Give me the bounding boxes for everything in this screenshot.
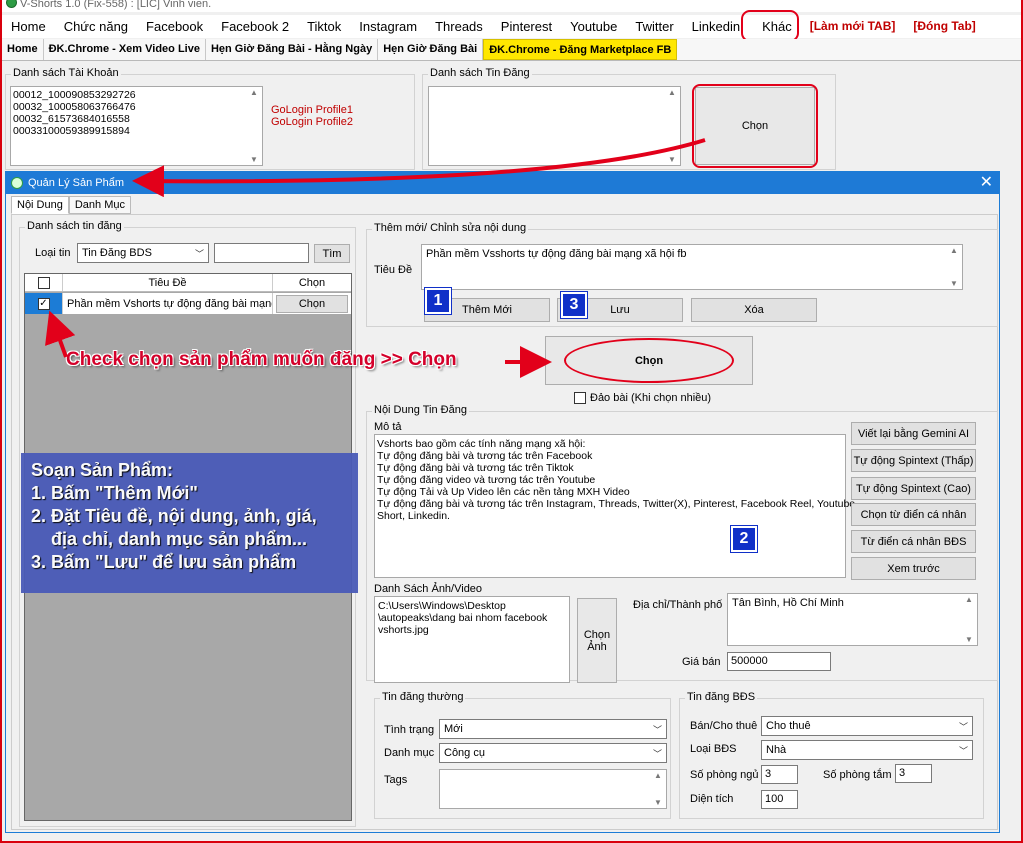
instruction-line: 2. Đặt Tiêu đề, nội dung, ảnh, giá, bbox=[31, 506, 317, 526]
instruction-line: Soạn Sản Phẩm: bbox=[31, 460, 174, 480]
instruction-line: 3. Bấm "Lưu" để lưu sản phẩm bbox=[31, 552, 297, 572]
arrow-to-dialog-title bbox=[132, 138, 706, 198]
instructions-panel: Soạn Sản Phẩm: 1. Bấm "Thêm Mới" 2. Đặt … bbox=[21, 453, 358, 593]
instruction-line: 1. Bấm "Thêm Mới" bbox=[31, 483, 198, 503]
instruction-line: địa chỉ, danh mục sản phẩm... bbox=[31, 529, 308, 549]
arrow-to-checkbox bbox=[45, 310, 76, 358]
annotation-arrows bbox=[45, 138, 706, 378]
